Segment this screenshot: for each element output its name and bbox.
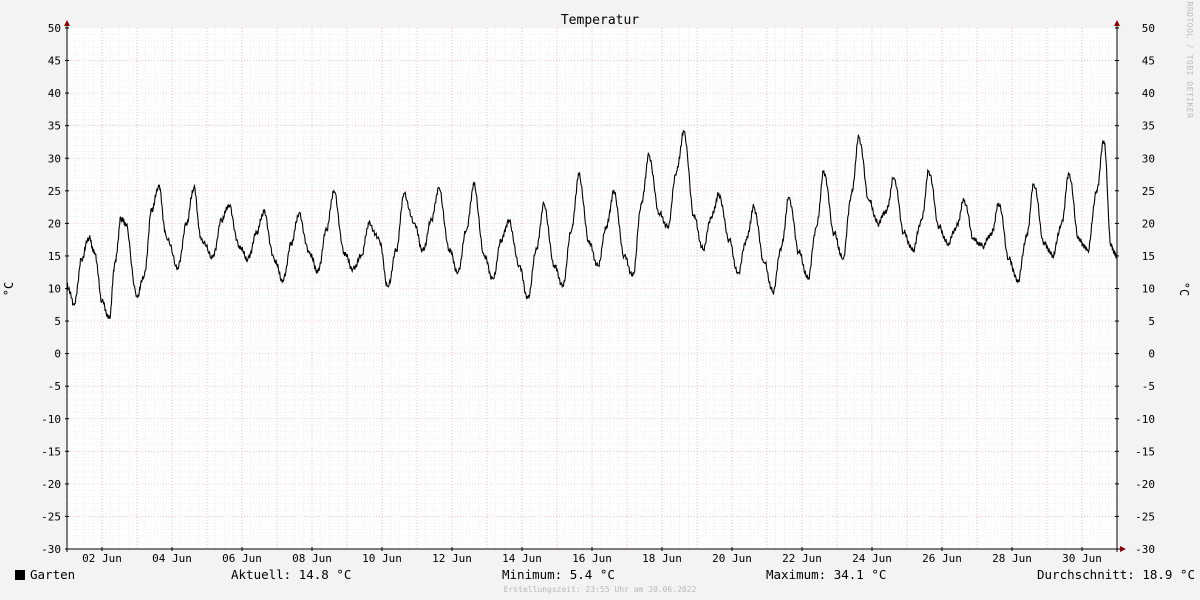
temperature-chart: 50 45 40 35 30 25 20 15 10 5 0 -5 -10 -15 -20 -25 -30 50… <box>0 0 1200 600</box>
x-tick-label: 10 Jun <box>362 552 402 565</box>
y-tick-label: -25 <box>41 510 61 523</box>
y-tick-label: 50 <box>1142 22 1155 35</box>
y-tick-label: 20 <box>1142 217 1155 230</box>
y-tick-label: -20 <box>41 478 61 491</box>
y-axis-label-left: °C <box>2 282 16 296</box>
y-tick-label: 25 <box>1142 185 1155 198</box>
x-tick-label: 08 Jun <box>292 552 332 565</box>
y-tick-label: 0 <box>1148 348 1155 361</box>
y-tick-label: 25 <box>48 185 61 198</box>
y-tick-label: 30 <box>1142 152 1155 165</box>
x-tick-label: 26 Jun <box>922 552 962 565</box>
y-tick-label: 45 <box>48 55 61 68</box>
chart-title: Temperatur <box>561 13 639 28</box>
x-tick-label: 20 Jun <box>712 552 752 565</box>
legend-minimum: Minimum: 5.4 °C <box>502 567 615 582</box>
y-axis-arrow-left <box>64 20 70 26</box>
legend-current: Aktuell: 14.8 °C <box>231 567 352 582</box>
legend-swatch <box>15 570 25 580</box>
y-tick-label: -25 <box>1135 510 1155 523</box>
x-tick-label: 12 Jun <box>432 552 472 565</box>
y-tick-label: -30 <box>1135 543 1155 556</box>
x-tick-label: 30 Jun <box>1062 552 1102 565</box>
y-tick-label: 20 <box>48 217 61 230</box>
x-tick-labels: 02 Jun 04 Jun 06 Jun 08 Jun 10 Jun 12 Jun 14 J… <box>82 552 1102 565</box>
y-tick-label: 30 <box>48 152 61 165</box>
legend-series-label: Garten <box>30 567 76 582</box>
y-tick-label: 10 <box>1142 283 1155 296</box>
rrdtool-credit: RRDTOOL / TOBI OETIKER <box>1185 2 1194 119</box>
y-tick-label: 35 <box>48 120 61 133</box>
y-tick-label: -5 <box>1142 380 1155 393</box>
x-tick-label: 18 Jun <box>642 552 682 565</box>
x-tick-label: 16 Jun <box>572 552 612 565</box>
y-axis-label-right: °C <box>1177 282 1191 296</box>
y-tick-label: -15 <box>41 445 61 458</box>
y-tick-label: 15 <box>1142 250 1155 263</box>
chart-svg: 50454035302520151050-5-10-15-20-25-30 50… <box>2 2 1194 565</box>
x-axis-arrow <box>1120 546 1126 552</box>
legend-bar: Garten Aktuell: 14.8 °C Minimum: 5.4 °C … <box>0 567 1200 585</box>
y-tick-label: 5 <box>54 315 61 328</box>
y-tick-label: 0 <box>54 348 61 361</box>
y-tick-label: -20 <box>1135 478 1155 491</box>
y-tick-label: -5 <box>48 380 61 393</box>
y-tick-label: 15 <box>48 250 61 263</box>
x-tick-label: 28 Jun <box>992 552 1032 565</box>
legend-average: Durchschnitt: 18.9 °C <box>1037 567 1196 582</box>
y-tick-label: -10 <box>1135 413 1155 426</box>
y-axis-arrow-right <box>1114 20 1120 26</box>
y-tick-label: 35 <box>1142 120 1155 133</box>
y-tick-label: 10 <box>48 283 61 296</box>
legend-series: Garten <box>15 567 75 582</box>
legend-maximum: Maximum: 34.1 °C <box>766 567 887 582</box>
y-tick-label: 45 <box>1142 55 1155 68</box>
y-tick-label: 40 <box>1142 87 1155 100</box>
x-tick-label: 14 Jun <box>502 552 542 565</box>
y-tick-label: 50 <box>48 22 61 35</box>
y-tick-label: 5 <box>1148 315 1155 328</box>
x-tick-label: 22 Jun <box>782 552 822 565</box>
x-tick-label: 04 Jun <box>152 552 192 565</box>
x-tick-label: 24 Jun <box>852 552 892 565</box>
y-tick-label: -30 <box>41 543 61 556</box>
creation-time: Erstellungszeit: 23:55 Uhr am 30.06.2022 <box>503 585 697 594</box>
y-tick-labels-right: 50454035302520151050-5-10-15-20-25-30 <box>1135 22 1155 556</box>
y-tick-label: -15 <box>1135 445 1155 458</box>
y-tick-label: -10 <box>41 413 61 426</box>
x-tick-label: 06 Jun <box>222 552 262 565</box>
y-tick-labels-left: 50454035302520151050-5-10-15-20-25-30 <box>41 22 61 556</box>
y-tick-label: 40 <box>48 87 61 100</box>
x-tick-label: 02 Jun <box>82 552 122 565</box>
